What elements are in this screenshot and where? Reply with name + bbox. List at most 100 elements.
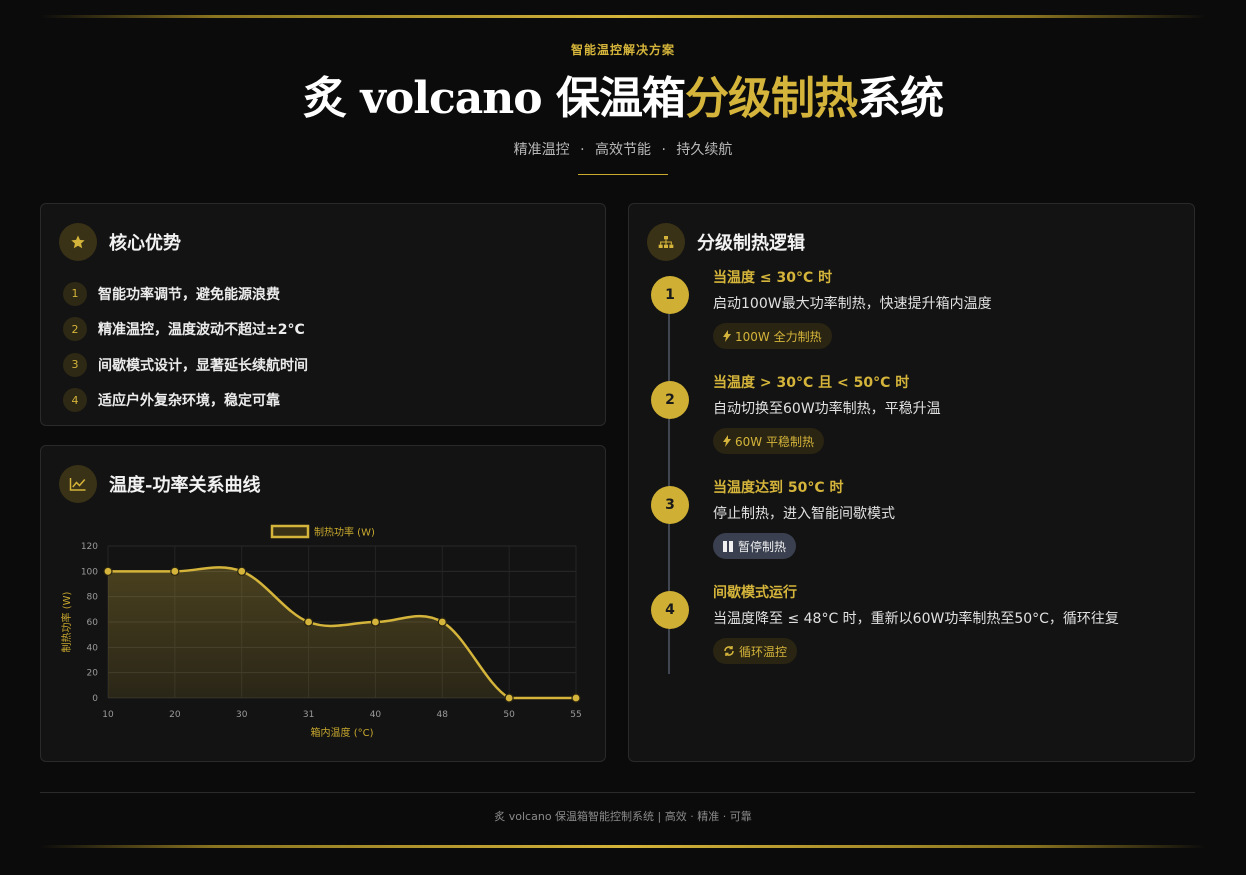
data-point: [504, 693, 514, 703]
x-tick-label: 20: [169, 710, 181, 720]
list-item-number: 1: [63, 281, 87, 306]
subtitle-part: 高效节能: [595, 142, 651, 158]
footer-divider: [40, 792, 1195, 793]
status-badge: 60W 平稳制热: [713, 428, 824, 454]
status-badge: 100W 全力制热: [713, 323, 832, 349]
list-item-number: 2: [63, 317, 87, 342]
list-item: 3 间歇模式设计，显著延长续航时间: [63, 347, 308, 383]
logic-title: 分级制热逻辑: [697, 233, 805, 254]
y-tick-label: 60: [87, 618, 99, 628]
step-number: 1: [651, 276, 689, 314]
series-area: [108, 567, 576, 698]
x-tick-label: 30: [236, 710, 248, 720]
bolt-icon: [723, 435, 731, 447]
chart-card: 温度-功率关系曲线 0 20 40 60 80 100 120 10 20 30 31 40 48 50 5…: [40, 445, 606, 762]
data-point: [303, 617, 314, 627]
step-description: 当温度降至 ≤ 48°C 时，重新以60W功率制热至50°C，循环往复: [713, 611, 1119, 627]
badge-label: 60W 平稳制热: [735, 434, 814, 449]
y-tick-label: 20: [87, 669, 99, 679]
chart-title: 温度-功率关系曲线: [109, 475, 261, 496]
step-description: 启动100W最大功率制热，快速提升箱内温度: [713, 296, 992, 312]
badge-label: 循环温控: [739, 644, 788, 659]
step-body: 当温度 ≤ 30°C 时 启动100W最大功率制热，快速提升箱内温度 100W …: [713, 268, 992, 349]
top-gold-divider: [40, 15, 1206, 18]
list-item-text: 间歇模式设计，显著延长续航时间: [98, 357, 308, 374]
x-axis-label: 箱内温度 (°C): [311, 726, 374, 739]
logic-card-header: 分级制热逻辑: [647, 223, 805, 261]
step-title: 当温度达到 50°C 时: [713, 480, 844, 496]
y-axis-label: 制热功率 (W): [60, 591, 73, 652]
bolt-icon: [723, 330, 731, 342]
star-icon: [59, 223, 97, 261]
step-body: 当温度 > 30°C 且 < 50°C 时 自动切换至60W功率制热，平稳升温 …: [713, 373, 941, 454]
y-tick-label: 80: [87, 593, 99, 603]
data-point: [170, 566, 180, 576]
status-badge: 循环温控: [713, 638, 798, 664]
list-item-number: 3: [63, 352, 87, 377]
x-tick-label: 55: [570, 710, 581, 720]
title-suffix: 系统: [856, 73, 944, 124]
hierarchy-icon: [647, 223, 685, 261]
badge-label: 暂停制热: [738, 539, 787, 554]
title-underline: [578, 174, 668, 175]
step-description: 停止制热，进入智能间歇模式: [713, 506, 895, 522]
line-chart-icon: [59, 465, 97, 503]
advantages-title: 核心优势: [109, 233, 181, 254]
y-tick-label: 120: [81, 542, 98, 552]
subtitle-separator: ·: [580, 142, 585, 158]
step-body: 间歇模式运行 当温度降至 ≤ 48°C 时，重新以60W功率制热至50°C，循环…: [713, 583, 1119, 664]
list-item: 2 精准温控，温度波动不超过±2°C: [63, 312, 308, 348]
data-point: [370, 617, 381, 627]
subtitle-part: 精准温控: [513, 142, 570, 158]
list-item: 4 适应户外复杂环境，稳定可靠: [63, 383, 308, 419]
data-point: [103, 566, 113, 576]
x-tick-label: 10: [102, 710, 114, 720]
step-title: 当温度 ≤ 30°C 时: [713, 270, 833, 286]
subtitle-separator: ·: [661, 142, 666, 158]
step-description: 自动切换至60W功率制热，平稳升温: [713, 401, 941, 417]
data-point: [571, 693, 581, 703]
title-prefix: 炙 volcano 保温箱: [303, 73, 686, 124]
page-title: 炙 volcano 保温箱分级制热系统: [0, 68, 1246, 130]
data-point: [437, 617, 447, 627]
legend-label: 制热功率 (W): [314, 526, 375, 539]
step-title: 间歇模式运行: [713, 585, 797, 601]
eyebrow-label: 智能温控解决方案: [570, 43, 675, 57]
bottom-gold-divider: [40, 845, 1206, 848]
advantages-card: 核心优势 1 智能功率调节，避免能源浪费 2 精准温控，温度波动不超过±2°C …: [40, 203, 606, 426]
step-title: 当温度 > 30°C 且 < 50°C 时: [713, 375, 910, 391]
list-item-text: 智能功率调节，避免能源浪费: [98, 286, 280, 303]
x-tick-label: 31: [303, 710, 314, 720]
pause-icon: [723, 540, 734, 552]
x-tick-label: 48: [437, 710, 449, 720]
x-tick-label: 50: [503, 710, 515, 720]
step-number: 4: [651, 591, 689, 629]
y-tick-label: 40: [87, 643, 99, 653]
legend-swatch: [270, 524, 310, 539]
badge-label: 100W 全力制热: [735, 329, 822, 344]
step-body: 当温度达到 50°C 时 停止制热，进入智能间歇模式 暂停制热: [713, 478, 895, 559]
x-tick-label: 40: [370, 710, 382, 720]
data-point: [237, 566, 247, 576]
chart-legend: 制热功率 (W): [270, 524, 375, 539]
list-item-text: 精准温控，温度波动不超过±2°C: [98, 322, 305, 339]
list-item: 1 智能功率调节，避免能源浪费: [63, 276, 308, 312]
temperature-power-chart: 0 20 40 60 80 100 120 10 20 30 31 40 48 50 55 制热功率 (W) 箱…: [60, 524, 582, 739]
list-item-number: 4: [63, 388, 87, 413]
y-tick-label: 0: [92, 694, 98, 704]
advantages-card-header: 核心优势: [59, 223, 181, 261]
subtitle: 精准温控 · 高效节能 · 持久续航: [0, 140, 1246, 160]
refresh-icon: [723, 645, 735, 657]
footer-text: 炙 volcano 保温箱智能控制系统 | 高效 · 精准 · 可靠: [494, 810, 752, 823]
advantages-list: 1 智能功率调节，避免能源浪费 2 精准温控，温度波动不超过±2°C 3 间歇模…: [63, 276, 308, 418]
logic-card: 分级制热逻辑 1 当温度 ≤ 30°C 时 启动100W最大功率制热，快速提升箱…: [628, 203, 1195, 762]
y-tick-label: 100: [81, 567, 98, 577]
status-badge: 暂停制热: [713, 533, 797, 559]
list-item-text: 适应户外复杂环境，稳定可靠: [98, 393, 280, 410]
step-number: 2: [651, 381, 689, 419]
page-header: 智能温控解决方案 炙 volcano 保温箱分级制热系统 精准温控 · 高效节能…: [0, 40, 1246, 175]
step-number: 3: [651, 486, 689, 524]
title-highlight: 分级制热: [684, 73, 858, 124]
chart-card-header: 温度-功率关系曲线: [59, 465, 260, 503]
subtitle-part: 持久续航: [676, 142, 733, 158]
